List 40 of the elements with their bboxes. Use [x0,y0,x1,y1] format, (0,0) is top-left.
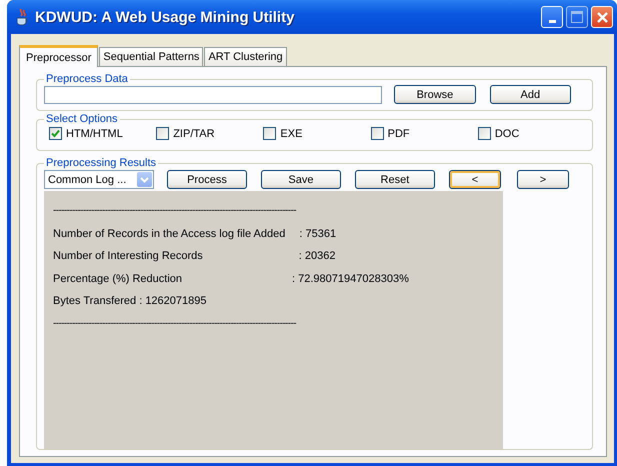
button[interactable]: Process [166,170,247,189]
button[interactable]: < [448,170,501,189]
window-title: KDWUD: A Web Usage Mining Utility [35,8,296,26]
button[interactable]: Save [260,170,341,189]
tab[interactable]: ART Clustering [204,47,287,66]
checkbox-label: ZIP/TAR [173,128,215,140]
output-label: Number of Interesting Records [53,250,203,262]
format-dropdown[interactable]: Common Log ... [44,170,154,189]
group-title: Preprocess Data [45,73,129,85]
close-button[interactable] [591,6,613,28]
group-title: Select Options [45,113,119,125]
cup-icon [15,8,29,26]
tab[interactable]: Preprocessor [19,45,98,67]
checkbox[interactable] [478,127,491,140]
checkbox-label: DOC [494,128,520,140]
output-value: : 20362 [298,250,336,262]
checkbox-label: PDF [388,128,410,140]
minimize-button[interactable] [541,6,563,28]
checkbox-label: EXE [280,128,302,140]
checkbox[interactable] [263,127,276,140]
output-line: Bytes Transfered : 1262071895 [53,294,208,309]
checkbox-label: HTM/HTML [66,128,123,140]
divider-text: ----------------------------------------------------------------------------------------- [53,204,298,218]
checkbox[interactable] [156,127,170,140]
button[interactable]: > [516,170,569,189]
maximize-button[interactable] [566,6,588,28]
output-label: Percentage (%) Reduction [53,272,182,284]
button[interactable]: Add [490,85,572,104]
group-title: Preprocessing Results [45,157,158,169]
path-field[interactable] [44,86,382,104]
checkbox[interactable] [370,127,384,140]
tab[interactable]: Sequential Patterns [99,47,204,66]
checkbox[interactable] [49,127,62,140]
divider-text: ----------------------------------------------------------------------------------------- [53,316,298,330]
button[interactable]: Reset [354,170,435,189]
output-label: Number of Records in the Access log file Added [53,228,286,240]
output-value: : 75361 [299,228,336,240]
close-icon [596,10,608,24]
button[interactable]: Browse [394,85,476,104]
output-value: : 72.98071947028303% [292,272,409,284]
